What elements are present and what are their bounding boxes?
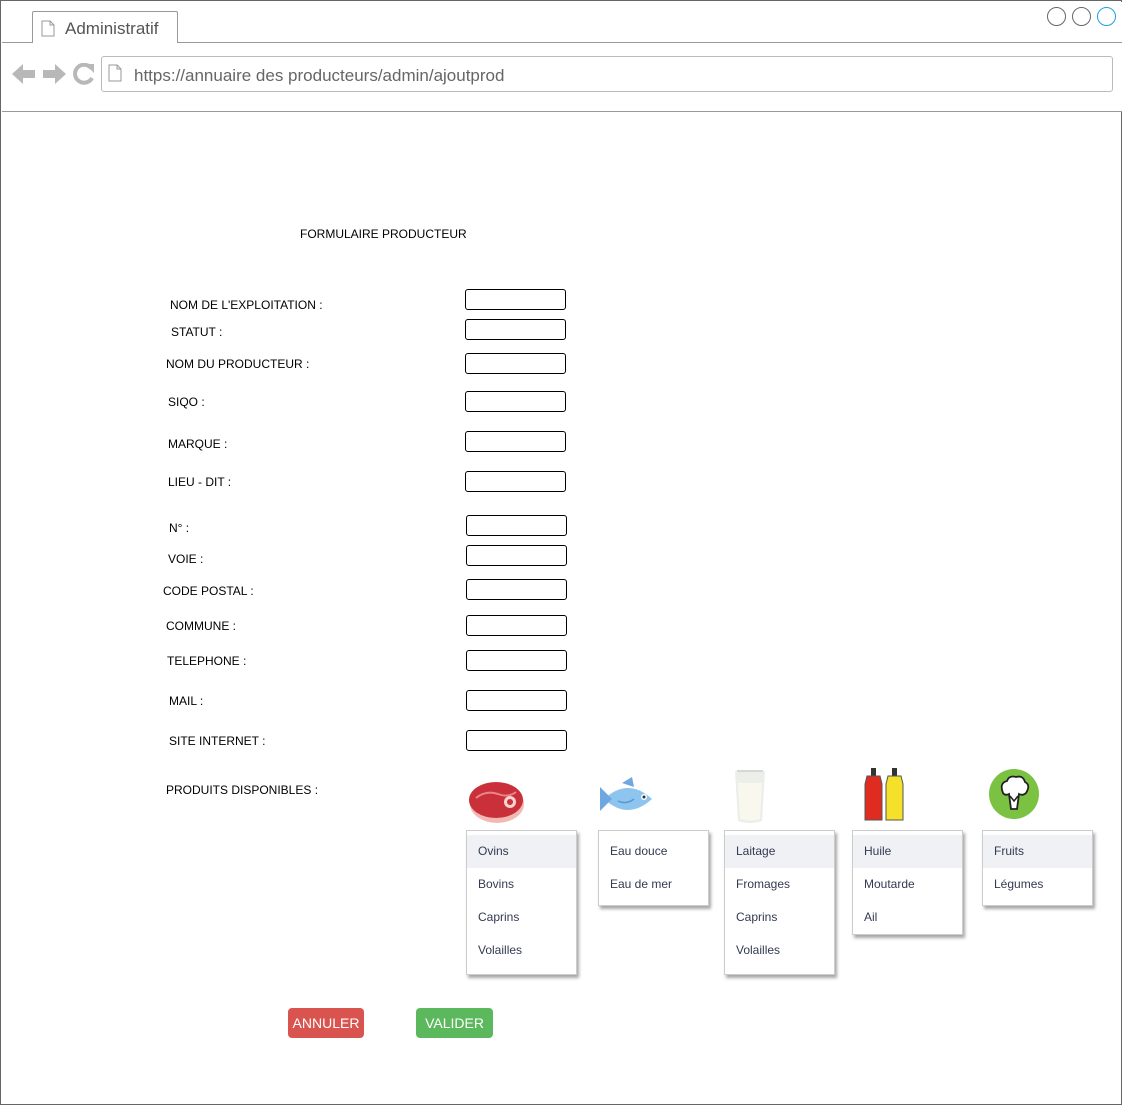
page-icon <box>108 64 122 82</box>
steak-icon <box>469 782 524 823</box>
commune-input[interactable] <box>466 615 567 636</box>
menu-item-fruits[interactable]: Fruits <box>983 835 1092 868</box>
label-produits: PRODUITS DISPONIBLES : <box>166 783 319 797</box>
label-voie: VOIE : <box>168 552 204 566</box>
siqo-input[interactable] <box>465 391 566 412</box>
menu-item-fromages[interactable]: Fromages <box>725 868 834 901</box>
minimize-icon[interactable] <box>1047 7 1066 26</box>
menu-item-laitage[interactable]: Laitage <box>725 835 834 868</box>
menu-item-huile[interactable]: Huile <box>853 835 962 868</box>
mail-input[interactable] <box>466 690 567 711</box>
menu-item-volailles[interactable]: Volailles <box>467 934 576 967</box>
close-icon[interactable] <box>1097 7 1116 26</box>
label-producteur: NOM DU PRODUCTEUR : <box>166 357 310 371</box>
label-numero: N° : <box>169 521 190 535</box>
site-input[interactable] <box>466 730 567 751</box>
forward-arrow-icon[interactable] <box>42 63 66 85</box>
label-lieu-dit: LIEU - DIT : <box>168 475 232 489</box>
label-code-postal: CODE POSTAL : <box>163 584 254 598</box>
menu-vegetaux: Fruits Légumes <box>982 830 1093 906</box>
label-exploitation: NOM DE L'EXPLOITATION : <box>170 298 323 312</box>
fish-icon <box>600 777 652 811</box>
exploitation-input[interactable] <box>465 289 566 310</box>
voie-input[interactable] <box>466 545 567 566</box>
label-marque: MARQUE : <box>168 437 228 451</box>
menu-item-volailles[interactable]: Volailles <box>725 934 834 967</box>
marque-input[interactable] <box>465 431 566 452</box>
maximize-icon[interactable] <box>1072 7 1091 26</box>
menu-item-ail[interactable]: Ail <box>853 901 962 934</box>
menu-item-caprins[interactable]: Caprins <box>467 901 576 934</box>
form-title: FORMULAIRE PRODUCTEUR <box>300 227 467 241</box>
back-arrow-icon[interactable] <box>12 63 36 85</box>
browser-tab[interactable]: Administratif <box>32 11 178 44</box>
menu-item-caprins[interactable]: Caprins <box>725 901 834 934</box>
submit-button[interactable]: VALIDER <box>416 1008 493 1038</box>
address-bar: https://annuaire des producteurs/admin/a… <box>2 43 1122 112</box>
menu-condiments: Huile Moutarde Ail <box>852 830 963 935</box>
label-siqo: SIQO : <box>168 395 205 409</box>
label-telephone: TELEPHONE : <box>167 654 247 668</box>
menu-item-eau-douce[interactable]: Eau douce <box>599 835 708 868</box>
menu-laitier: Laitage Fromages Caprins Volailles <box>724 830 835 975</box>
milk-glass-icon <box>735 770 765 823</box>
reload-icon[interactable] <box>72 63 96 85</box>
menu-item-ovins[interactable]: Ovins <box>467 835 576 868</box>
label-commune: COMMUNE : <box>166 619 236 633</box>
page-icon <box>41 20 55 37</box>
url-field[interactable]: https://annuaire des producteurs/admin/a… <box>101 56 1113 92</box>
menu-item-bovins[interactable]: Bovins <box>467 868 576 901</box>
label-site: SITE INTERNET : <box>169 734 266 748</box>
browser-window: Administratif https://annuaire des produ… <box>0 0 1122 1105</box>
producteur-input[interactable] <box>465 353 566 374</box>
numero-input[interactable] <box>466 515 567 536</box>
url-text: https://annuaire des producteurs/admin/a… <box>134 66 505 85</box>
tab-title: Administratif <box>65 19 159 38</box>
sauce-bottles-icon <box>853 764 917 824</box>
menu-poisson: Eau douce Eau de mer <box>598 830 709 906</box>
tab-bar: Administratif <box>2 2 1122 44</box>
lieu-dit-input[interactable] <box>465 471 566 492</box>
label-mail: MAIL : <box>169 694 204 708</box>
statut-input[interactable] <box>465 319 566 340</box>
code-postal-input[interactable] <box>466 579 567 600</box>
menu-viande: Ovins Bovins Caprins Volailles <box>466 830 577 975</box>
broccoli-icon <box>989 769 1039 819</box>
menu-item-eau-de-mer[interactable]: Eau de mer <box>599 868 708 901</box>
label-statut: STATUT : <box>171 325 223 339</box>
menu-item-moutarde[interactable]: Moutarde <box>853 868 962 901</box>
menu-item-legumes[interactable]: Légumes <box>983 868 1092 901</box>
telephone-input[interactable] <box>466 650 567 671</box>
cancel-button[interactable]: ANNULER <box>288 1008 364 1038</box>
